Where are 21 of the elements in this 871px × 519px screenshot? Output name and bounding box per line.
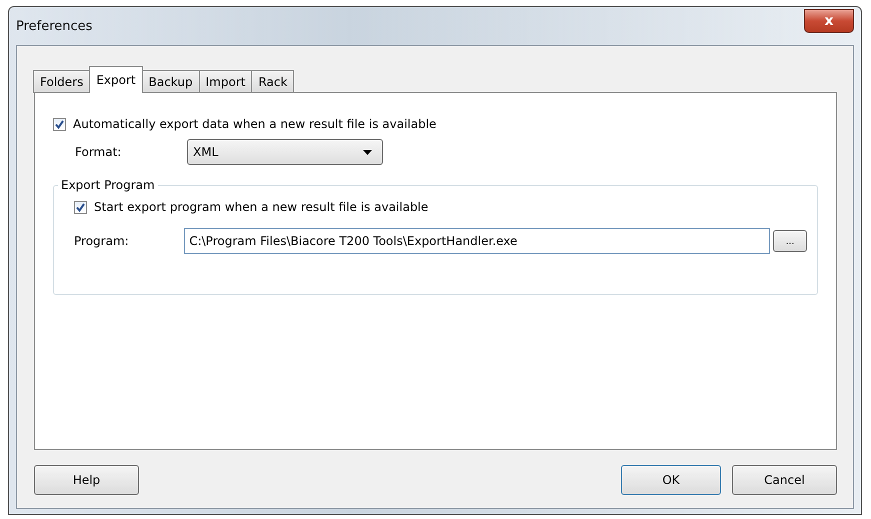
ok-button[interactable]: OK (621, 465, 721, 495)
program-label: Program: (74, 234, 130, 248)
checkbox-label: Automatically export data when a new result file is available (73, 117, 436, 131)
format-label: Format: (75, 145, 122, 159)
browse-button[interactable]: ... (773, 230, 807, 252)
program-field[interactable]: C:\Program Files\Biacore T200 Tools\ExportHandler.exe (184, 228, 770, 254)
cancel-button[interactable]: Cancel (732, 465, 837, 495)
format-dropdown[interactable]: XML (187, 139, 383, 165)
tab[interactable]: Import (198, 70, 252, 93)
checkbox[interactable] (74, 200, 87, 214)
close-button[interactable]: x (804, 9, 854, 33)
checkbox-label: Start export program when a new result file is available (94, 200, 428, 214)
help-button[interactable]: Help (34, 465, 139, 495)
caret-icon (363, 150, 372, 154)
tab[interactable]: Backup (142, 70, 200, 93)
window-title: Preferences (16, 18, 92, 34)
group-title: Export Program (58, 178, 158, 192)
tab[interactable]: Rack (251, 70, 294, 93)
tab[interactable]: Export (89, 66, 143, 93)
tab[interactable]: Folders (33, 70, 90, 93)
checkbox[interactable] (53, 118, 66, 130)
